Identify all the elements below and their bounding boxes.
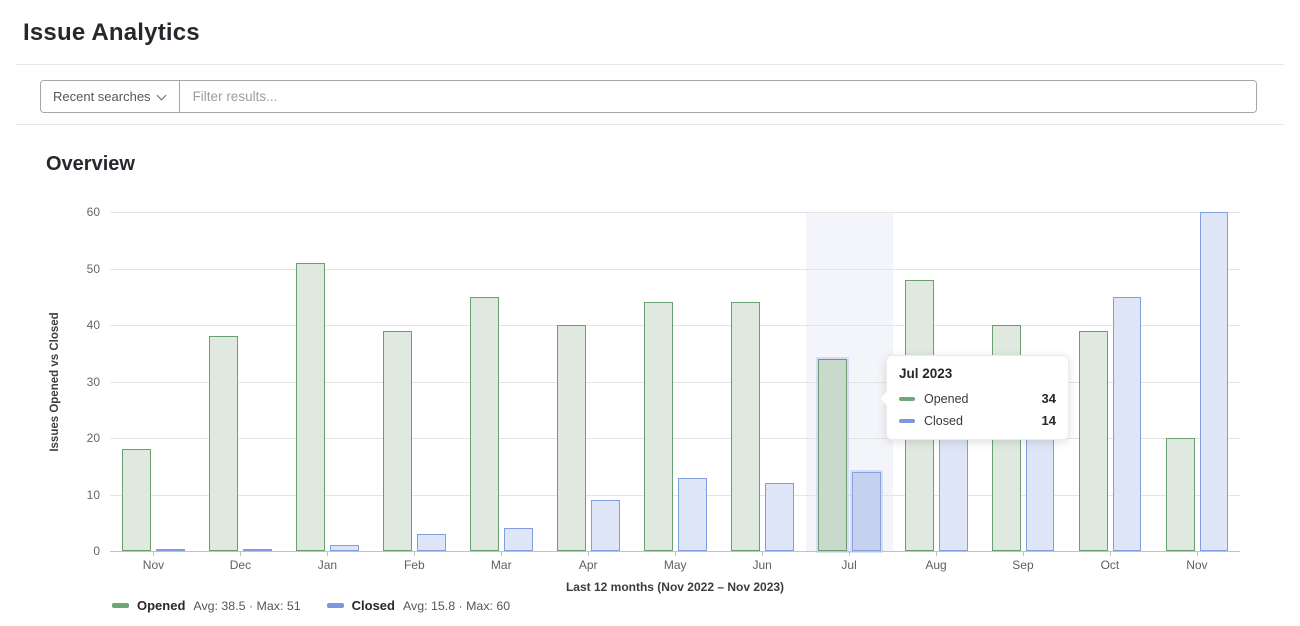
- opened-legend-swatch: [112, 603, 129, 608]
- bar-opened-apr-5[interactable]: [557, 325, 586, 551]
- x-tick-label-nov-12: Nov: [1167, 558, 1227, 572]
- x-tick-label-dec-1: Dec: [210, 558, 270, 572]
- closed-legend-swatch: [327, 603, 344, 608]
- x-tick-label-feb-3: Feb: [384, 558, 444, 572]
- bar-closed-sep-10[interactable]: [1026, 438, 1055, 551]
- y-tick-label: 40: [58, 318, 100, 332]
- bar-closed-nov-12[interactable]: [1200, 212, 1229, 551]
- x-tick-label-aug-9: Aug: [906, 558, 966, 572]
- x-axis-tick: [849, 552, 850, 556]
- bar-opened-oct-11[interactable]: [1079, 331, 1108, 551]
- x-axis-tick: [414, 552, 415, 556]
- gridline: [110, 212, 1240, 213]
- tooltip-opened-value: 34: [1042, 391, 1056, 406]
- x-tick-label-apr-5: Apr: [558, 558, 618, 572]
- x-axis-tick: [762, 552, 763, 556]
- bar-closed-oct-11[interactable]: [1113, 297, 1142, 551]
- bar-opened-nov-12[interactable]: [1166, 438, 1195, 551]
- bar-opened-jul-8[interactable]: [818, 359, 847, 551]
- x-axis-tick: [1197, 552, 1198, 556]
- bar-closed-jul-8[interactable]: [852, 472, 881, 551]
- issues-opened-vs-closed-chart: Issues Opened vs Closed Last 12 months (…: [0, 0, 1300, 626]
- bar-opened-mar-4[interactable]: [470, 297, 499, 551]
- closed-swatch-icon: [899, 419, 915, 423]
- bar-closed-dec-1[interactable]: [243, 549, 272, 552]
- y-tick-label: 0: [58, 544, 100, 558]
- bar-closed-nov-0[interactable]: [156, 549, 185, 552]
- chart-tooltip: Jul 2023 Opened 34 Closed 14: [886, 355, 1069, 440]
- x-axis-tick: [1023, 552, 1024, 556]
- x-tick-label-nov-0: Nov: [123, 558, 183, 572]
- closed-legend-stats: Avg: 15.8 · Max: 60: [403, 599, 510, 613]
- opened-legend-stats: Avg: 38.5 · Max: 51: [193, 599, 300, 613]
- x-tick-label-jan-2: Jan: [297, 558, 357, 572]
- x-tick-label-mar-4: Mar: [471, 558, 531, 572]
- gridline: [110, 438, 1240, 439]
- bar-opened-nov-0[interactable]: [122, 449, 151, 551]
- y-tick-label: 10: [58, 488, 100, 502]
- tooltip-closed-label: Closed: [924, 414, 963, 428]
- x-tick-label-sep-10: Sep: [993, 558, 1053, 572]
- opened-legend-label[interactable]: Opened: [137, 598, 185, 613]
- gridline: [110, 325, 1240, 326]
- bar-closed-may-6[interactable]: [678, 478, 707, 551]
- x-tick-label-jul-8: Jul: [819, 558, 879, 572]
- gridline: [110, 382, 1240, 383]
- gridline: [110, 495, 1240, 496]
- x-axis-tick: [936, 552, 937, 556]
- tooltip-closed-value: 14: [1042, 413, 1056, 428]
- bar-opened-dec-1[interactable]: [209, 336, 238, 551]
- y-tick-label: 50: [58, 262, 100, 276]
- x-tick-label-oct-11: Oct: [1080, 558, 1140, 572]
- x-axis-tick: [675, 552, 676, 556]
- bar-closed-jun-7[interactable]: [765, 483, 794, 551]
- x-axis-tick: [327, 552, 328, 556]
- x-tick-label-jun-7: Jun: [732, 558, 792, 572]
- tooltip-row-closed: Closed 14: [899, 413, 1056, 428]
- x-axis-tick: [153, 552, 154, 556]
- bar-closed-jan-2[interactable]: [330, 545, 359, 551]
- y-tick-label: 60: [58, 205, 100, 219]
- x-tick-label-may-6: May: [645, 558, 705, 572]
- opened-swatch-icon: [899, 397, 915, 401]
- closed-legend-label[interactable]: Closed: [352, 598, 395, 613]
- tooltip-row-opened: Opened 34: [899, 391, 1056, 406]
- x-axis-tick: [1110, 552, 1111, 556]
- bar-opened-may-6[interactable]: [644, 302, 673, 551]
- x-axis-tick: [501, 552, 502, 556]
- bar-opened-jun-7[interactable]: [731, 302, 760, 551]
- tooltip-title: Jul 2023: [899, 366, 1056, 381]
- bar-closed-mar-4[interactable]: [504, 528, 533, 551]
- bar-opened-jan-2[interactable]: [296, 263, 325, 551]
- y-tick-label: 20: [58, 431, 100, 445]
- tooltip-opened-label: Opened: [924, 392, 968, 406]
- bar-closed-apr-5[interactable]: [591, 500, 620, 551]
- x-axis-title: Last 12 months (Nov 2022 – Nov 2023): [475, 580, 875, 594]
- bar-opened-feb-3[interactable]: [383, 331, 412, 551]
- chart-legend: Opened Avg: 38.5 · Max: 51 Closed Avg: 1…: [112, 598, 528, 613]
- y-tick-label: 30: [58, 375, 100, 389]
- x-axis-tick: [588, 552, 589, 556]
- bar-closed-feb-3[interactable]: [417, 534, 446, 551]
- gridline: [110, 269, 1240, 270]
- x-axis-tick: [240, 552, 241, 556]
